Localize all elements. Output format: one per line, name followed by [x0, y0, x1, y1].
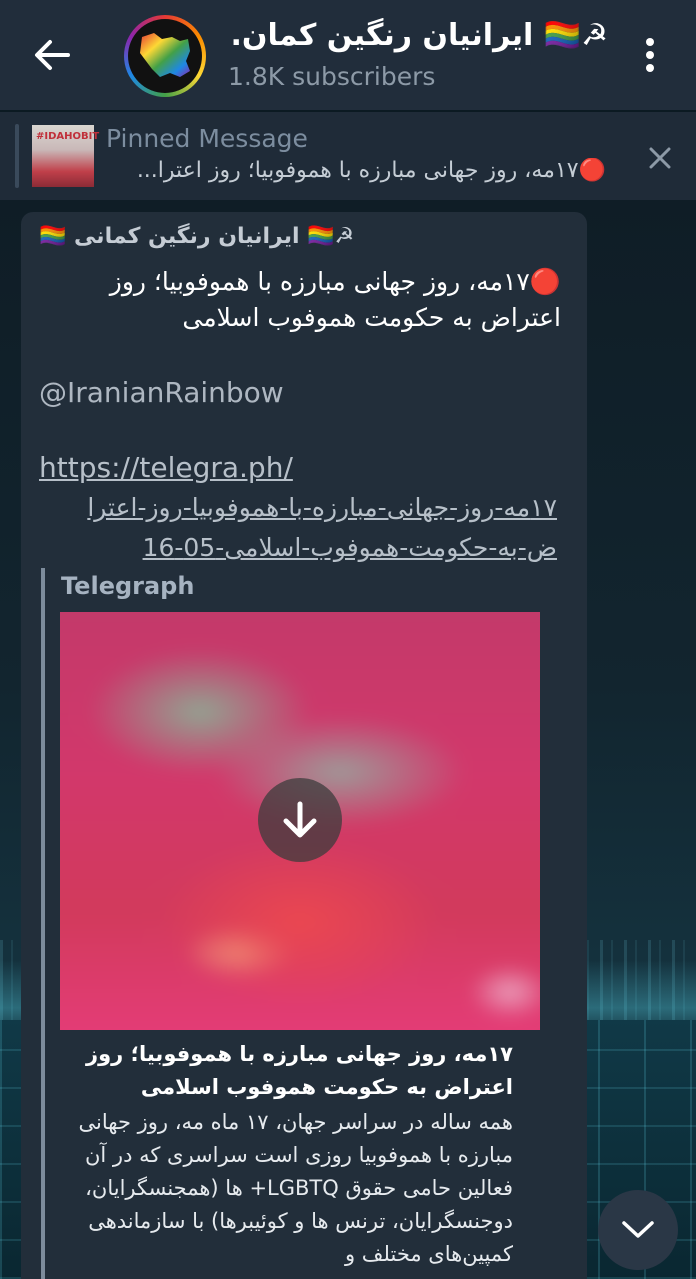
- link-preview-site: Telegraph: [61, 572, 195, 600]
- close-pinned-button[interactable]: [640, 140, 680, 176]
- pinned-indicator: [15, 124, 19, 188]
- telegraph-link[interactable]: https://telegra.ph/: [39, 448, 561, 488]
- link-preview-title: ۱۷مه، روز جهانی مبارزه با هموفوبیا؛ روز …: [86, 1042, 513, 1099]
- pinned-thumbnail: #IDAHOBIT: [32, 125, 99, 187]
- message-author: ☭🏳️‍🌈 ایرانیان رنگین کمانی 🏳️‍🌈: [39, 224, 355, 249]
- title-text: ایرانیان رنگین کمان...: [228, 18, 534, 53]
- pinned-message-bar[interactable]: #IDAHOBIT Pinned Message 🔴۱۷مه، روز جهان…: [0, 112, 696, 200]
- more-menu-button[interactable]: [630, 30, 670, 80]
- pinned-label: Pinned Message: [106, 124, 308, 153]
- download-icon: [283, 801, 317, 838]
- link-preview-description: همه ساله در سراسر جهان، ۱۷ ماه مه، روز ج…: [78, 1110, 513, 1266]
- close-icon: [649, 147, 671, 169]
- back-button[interactable]: [24, 30, 80, 80]
- link-path-line-2: ض-به-حکومت-هموفوب-اسلامی-05-16: [142, 533, 557, 562]
- link-preview-bar: [41, 568, 45, 1279]
- pinned-text: 🔴۱۷مه، روز جهانی مبارزه با هموفوبیا؛ روز…: [136, 158, 606, 183]
- chevron-down-icon: [622, 1221, 654, 1238]
- channel-handle-link[interactable]: @IranianRainbow: [39, 376, 284, 409]
- chat-header: ☭🏳️‍🌈 ایرانیان رنگین کمان... 1.8K subscr…: [0, 0, 696, 110]
- arrow-left-icon: [35, 40, 70, 70]
- avatar-image: [128, 19, 202, 93]
- more-vertical-icon: [646, 38, 654, 72]
- channel-avatar[interactable]: [124, 15, 206, 97]
- telegraph-link-path[interactable]: ۱۷مه-روز-جهانی-مبارزه-با-هموفوبیا-روز-اع…: [39, 488, 557, 568]
- subscriber-count: 1.8K subscribers: [228, 62, 436, 91]
- thumbnail-text: #IDAHOBIT: [36, 131, 100, 142]
- channel-title[interactable]: ☭🏳️‍🌈 ایرانیان رنگین کمان...: [228, 18, 608, 62]
- message-text: 🔴۱۷مه، روز جهانی مبارزه با هموفوبیا؛ روز…: [109, 267, 561, 332]
- scroll-to-bottom-button[interactable]: [598, 1190, 678, 1270]
- download-button[interactable]: [258, 778, 342, 862]
- message-bubble[interactable]: ☭🏳️‍🌈 ایرانیان رنگین کمانی 🏳️‍🌈 🔴۱۷مه، ر…: [21, 212, 587, 1279]
- iran-map-rainbow-icon: [140, 33, 190, 77]
- link-preview-image[interactable]: [60, 612, 540, 1030]
- link-path-line-1: ۱۷مه-روز-جهانی-مبارزه-با-هموفوبیا-روز-اع…: [87, 493, 557, 522]
- title-icons: ☭🏳️‍🌈: [543, 18, 608, 53]
